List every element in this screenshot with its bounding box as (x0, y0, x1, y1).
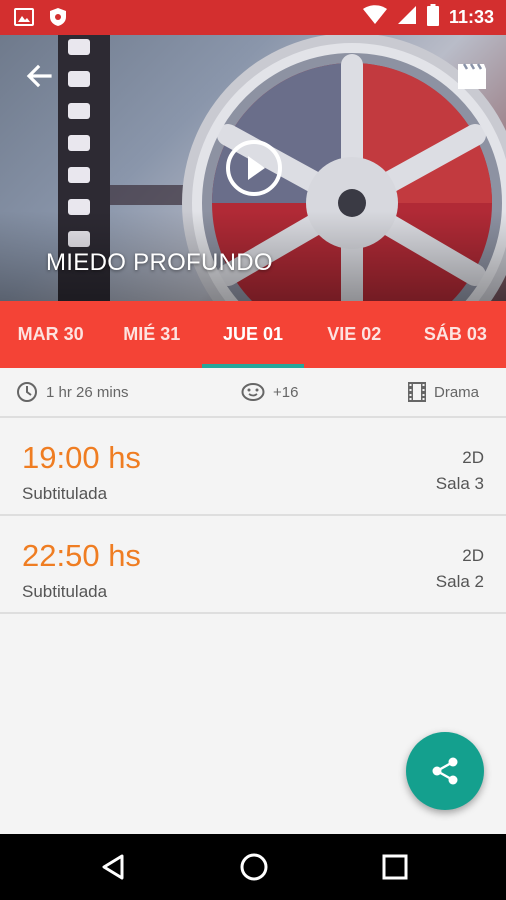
showtime-row[interactable]: 22:50 hs Subtitulada 2D Sala 2 (0, 518, 506, 614)
clock-icon (17, 382, 37, 402)
clapperboard-icon (458, 63, 486, 89)
showtime-language: Subtitulada (22, 484, 108, 503)
showtime-row[interactable]: 19:00 hs Subtitulada 2D Sala 3 (0, 420, 506, 516)
showtime-language: Subtitulada (22, 582, 108, 601)
image-icon (14, 7, 34, 32)
rating-info: +16 (241, 368, 298, 416)
share-button[interactable] (406, 732, 484, 810)
genre-info: Drama (408, 368, 479, 416)
back-button[interactable] (22, 59, 56, 93)
play-trailer-button[interactable] (224, 138, 284, 198)
age-rating-text: +16 (273, 383, 299, 401)
face-icon (241, 383, 265, 401)
share-icon (432, 757, 458, 785)
showtime-time: 19:00 hs (22, 440, 141, 475)
showtime-room: Sala 3 (435, 474, 484, 493)
duration-text: 1 hr 26 mins (46, 383, 129, 401)
tab-sab-03[interactable]: SÁB 03 (405, 301, 506, 368)
film-strip-icon (408, 382, 426, 402)
movie-title: MIEDO PROFUNDO (46, 249, 273, 276)
movie-info-row: 1 hr 26 mins +16 Drama (0, 368, 506, 418)
date-tabs: MAR 30 MIÉ 31 JUE 01 VIE 02 SÁB 03 (0, 301, 506, 368)
tab-vie-02[interactable]: VIE 02 (304, 301, 405, 368)
tab-jue-01[interactable]: JUE 01 (202, 301, 304, 368)
movie-hero-banner: MIEDO PROFUNDO (0, 35, 506, 301)
back-arrow-icon (26, 64, 52, 88)
genre-text: Drama (434, 383, 480, 401)
signal-icon (397, 5, 417, 30)
showtime-format: 2D (462, 448, 484, 467)
wifi-icon (362, 5, 387, 30)
triangle-back-icon (102, 854, 124, 880)
nav-back-button[interactable] (98, 851, 130, 883)
play-icon (226, 140, 282, 196)
nav-home-button[interactable] (238, 851, 270, 883)
trailer-button[interactable] (456, 61, 488, 91)
shield-icon (48, 7, 68, 32)
duration-info: 1 hr 26 mins (16, 368, 129, 416)
showtime-time: 22:50 hs (22, 538, 141, 573)
showtime-room: Sala 2 (435, 572, 484, 591)
clock-time: 11:33 (448, 7, 494, 27)
circle-home-icon (240, 853, 268, 881)
status-bar: 11:33 (0, 0, 506, 35)
square-recents-icon (382, 854, 408, 880)
system-nav-bar (0, 834, 506, 900)
tab-mie-31[interactable]: MIÉ 31 (101, 301, 202, 368)
showtime-format: 2D (462, 546, 484, 565)
tab-mar-30[interactable]: MAR 30 (0, 301, 101, 368)
battery-icon (426, 4, 439, 31)
nav-recents-button[interactable] (379, 851, 411, 883)
